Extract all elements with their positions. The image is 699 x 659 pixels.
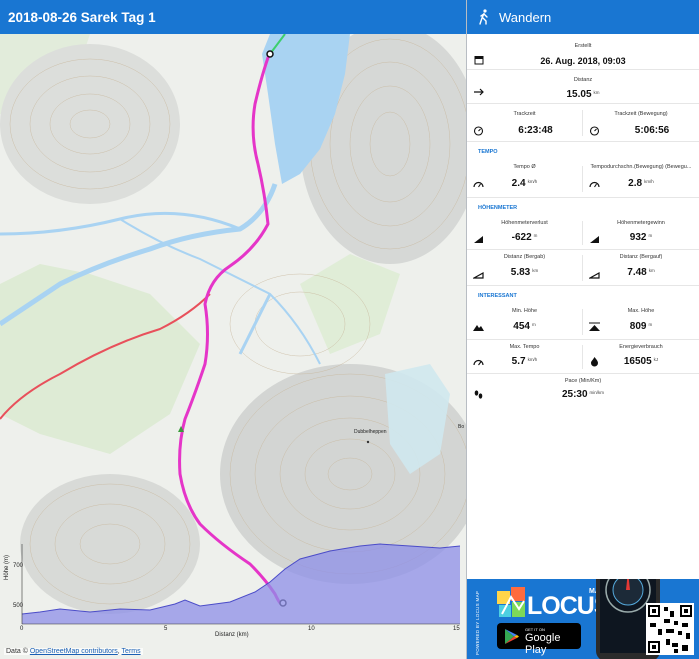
osm-link[interactable]: OpenStreetMap contributors bbox=[30, 648, 118, 655]
stat-speed-avg: Tempo Ø 2.4 km/h bbox=[467, 160, 582, 197]
section-header-tempo: TEMPO bbox=[478, 149, 498, 155]
section-header-elevation: HÖHENMETER bbox=[478, 205, 518, 211]
stat-min-alt: Min. Höhe 454 m bbox=[467, 304, 582, 339]
chart-x-label: Distanz (km) bbox=[215, 632, 249, 638]
stat-elevation-row: Höhenmeterverlust -622 m Höhenmetergewinn… bbox=[467, 216, 699, 250]
stat-distance-updown-row: Distanz (Bergab) 5.83 km Distanz (Bergauf… bbox=[467, 250, 699, 286]
powered-by-label: POWERED BY LOCUS MAP bbox=[475, 590, 480, 655]
activity-bar[interactable]: Wandern bbox=[467, 0, 699, 34]
chart-x-tick: 15 bbox=[453, 626, 460, 632]
qr-code-icon bbox=[646, 603, 694, 655]
chart-y-tick: 700 bbox=[13, 563, 24, 569]
stats-panel: Erstellt 26. Aug. 2018, 09:03 Distanz 15… bbox=[467, 34, 699, 579]
terms-link[interactable]: Terms bbox=[122, 648, 141, 655]
stat-max-alt: Max. Höhe 809 m bbox=[583, 304, 699, 339]
map-label-peak: Dubbelheppen bbox=[354, 429, 387, 435]
locus-promo-banner[interactable]: POWERED BY LOCUS MAP MAP LOCUS GET IT ON… bbox=[467, 579, 699, 659]
stat-speed-avg-moving: Tempodurchschn.(Bewegung) (Bewegu... 2.8… bbox=[589, 164, 692, 189]
map-label-edge: Bo bbox=[458, 424, 465, 430]
stat-energy: Energieverbrauch 16505 kJ bbox=[583, 340, 699, 373]
chart-y-tick: 500 bbox=[13, 603, 24, 609]
activity-type: Wandern bbox=[499, 9, 552, 25]
chart-x-tick: 5 bbox=[164, 626, 168, 632]
stat-speed-row: Tempo Ø 2.4 km/h Tempodurchschn.(Bewegung… bbox=[467, 160, 699, 198]
stat-dist-up: Distanz (Bergauf) 7.48 km bbox=[583, 250, 699, 285]
stat-tracktime-row: Trackzeit 6:23:48 Trackzeit (Bewegung) 5… bbox=[467, 104, 699, 142]
map-canvas bbox=[0, 34, 466, 659]
stat-dist-down: Distanz (Bergab) 5.83 km bbox=[467, 250, 582, 285]
stat-elev-gain: Höhenmetergewinn 932 m bbox=[583, 216, 699, 249]
track-title: 2018-08-26 Sarek Tag 1 bbox=[8, 9, 156, 25]
title-bar: 2018-08-26 Sarek Tag 1 bbox=[0, 0, 466, 34]
stat-tracktime: Trackzeit 6:23:48 bbox=[467, 104, 582, 141]
stat-altitude-row: Min. Höhe 454 m Max. Höhe 809 m bbox=[467, 304, 699, 340]
map-attribution: Data © OpenStreetMap contributors, Terms bbox=[4, 648, 143, 655]
app-window: 2018-08-26 Sarek Tag 1 Wandern Dubbelhep… bbox=[0, 0, 699, 659]
hiking-icon bbox=[479, 9, 488, 25]
locus-logo-icon bbox=[497, 587, 525, 617]
google-play-icon bbox=[505, 629, 519, 644]
stat-pace: Pace (Min/Km) 25:30 min/km bbox=[467, 374, 699, 408]
stat-max-speed: Max. Tempo 5.7 km/h bbox=[467, 340, 582, 373]
chart-y-label: Höhe (m) bbox=[4, 554, 10, 580]
stat-elev-loss: Höhenmeterverlust -622 m bbox=[467, 216, 582, 249]
stat-tracktime-moving: Trackzeit (Bewegung) 5:06:56 bbox=[583, 104, 699, 141]
google-play-badge[interactable]: GET IT ON Google Play bbox=[497, 623, 581, 656]
chart-x-tick: 10 bbox=[308, 626, 315, 632]
stat-speed-energy-row: Max. Tempo 5.7 km/h Energieverbrauch 1650… bbox=[467, 340, 699, 374]
chart-x-tick: 0 bbox=[20, 626, 24, 632]
stat-created: Erstellt 26. Aug. 2018, 09:03 bbox=[467, 34, 699, 70]
stat-distance: Distanz 15.05 km bbox=[467, 70, 699, 104]
section-header-interesting: INTERESSANT bbox=[478, 293, 517, 299]
map-view[interactable]: Dubbelheppen Bo Höhe (m) 700 500 0 5 10 … bbox=[0, 34, 466, 659]
